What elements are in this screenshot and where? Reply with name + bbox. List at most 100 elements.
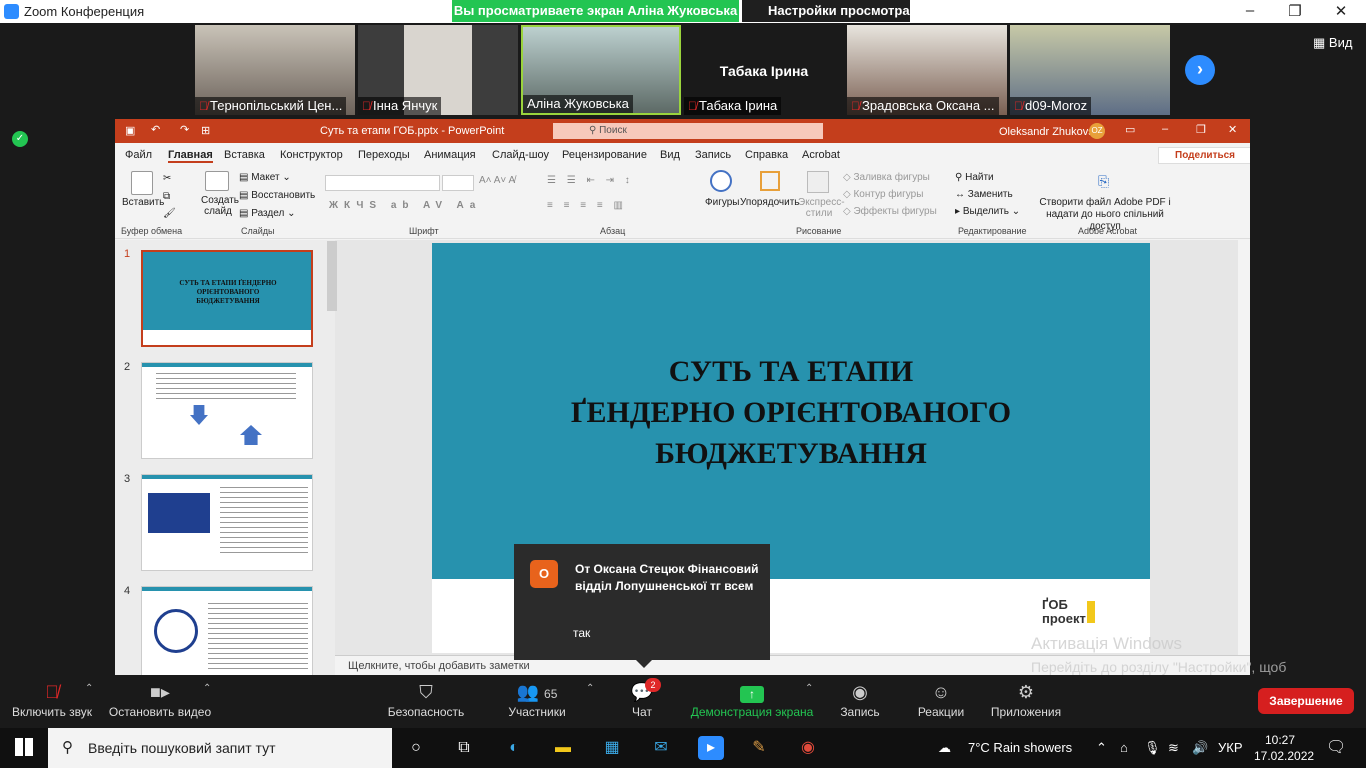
menu-transitions[interactable]: Переходы	[358, 149, 410, 161]
security-button[interactable]: ⛉ Безопасность	[386, 681, 466, 719]
format-painter-icon[interactable]: 🖌	[163, 208, 176, 219]
font-size-select[interactable]	[442, 175, 474, 191]
thumbnails-scrollbar[interactable]	[327, 241, 337, 311]
apps-button[interactable]: ⚙ Приложения	[988, 681, 1064, 719]
section-button[interactable]: ▤ Раздел ⌄	[239, 208, 295, 219]
weather-icon[interactable]: ☁	[938, 740, 951, 756]
slide-thumbnail[interactable]	[141, 474, 313, 571]
new-slide-icon[interactable]	[205, 171, 229, 191]
present-icon[interactable]: ⊞	[201, 124, 210, 137]
arrange-icon[interactable]	[760, 171, 780, 191]
participants-button[interactable]: 👥 65 Участники	[505, 681, 569, 719]
maximize-icon[interactable]: ❐	[1285, 2, 1305, 20]
microphone-icon[interactable]: 🎙	[1144, 740, 1161, 756]
list-icons[interactable]: ☰ ☰ ⇤ ⇥ ↕	[547, 175, 634, 186]
paint-icon[interactable]: ✎	[747, 736, 771, 760]
task-view-icon[interactable]: ⧉	[452, 736, 476, 760]
store-icon[interactable]: ▦	[600, 736, 624, 760]
copy-icon[interactable]: ⧉	[163, 191, 170, 202]
menu-file[interactable]: Файл	[125, 149, 152, 161]
slide-thumbnail[interactable]	[141, 586, 313, 675]
layout-button[interactable]: ▤ Макет ⌄	[239, 172, 291, 183]
video-tile[interactable]: 🎙̸ Тернопільський Цен...	[195, 25, 355, 115]
reset-button[interactable]: ▤ Восстановить	[239, 190, 315, 201]
shapes-icon[interactable]	[710, 170, 732, 192]
menu-insert[interactable]: Вставка	[224, 149, 265, 161]
chevron-up-icon[interactable]: ⌃	[586, 683, 594, 694]
shape-fill-button[interactable]: ◇ Заливка фигуры	[843, 172, 930, 183]
cut-icon[interactable]: ✂	[163, 173, 171, 184]
video-tile[interactable]: 🎙̸ d09-Moroz	[1010, 25, 1170, 115]
ribbon-display-icon[interactable]: ▭	[1125, 123, 1135, 136]
chevron-up-icon[interactable]: ⌃	[805, 683, 813, 694]
record-button[interactable]: ◉ Запись	[838, 681, 882, 719]
chat-notification[interactable]: О От Оксана Стецюк Фінансовий відділ Лоп…	[514, 544, 770, 668]
font-size-grow-icon[interactable]: A˄ A˅ A̸	[479, 175, 515, 186]
shape-effects-button[interactable]: ◇ Эффекты фигуры	[843, 206, 937, 217]
file-explorer-icon[interactable]: ▬	[551, 736, 575, 760]
font-name-select[interactable]	[325, 175, 440, 191]
font-format-icons[interactable]: ЖКЧS ab AV Aa	[329, 200, 481, 211]
chevron-up-icon[interactable]: ⌃	[85, 683, 93, 694]
select-button[interactable]: ▸ Выделить ⌄	[955, 206, 1020, 217]
video-tile-active-speaker[interactable]: Аліна Жуковська	[521, 25, 681, 115]
menu-review[interactable]: Рецензирование	[562, 149, 647, 161]
wifi-icon[interactable]: ≋	[1168, 740, 1179, 756]
view-options-button[interactable]: Настройки просмотра ⌄	[742, 0, 910, 40]
quick-styles-icon[interactable]	[807, 171, 829, 193]
paste-button[interactable]: Вставить	[122, 197, 164, 208]
align-icons[interactable]: ≡ ≡ ≡ ≡ ▥	[547, 200, 627, 211]
close-icon[interactable]: ✕	[1228, 123, 1237, 136]
view-button[interactable]: ▦ Вид	[1313, 35, 1352, 51]
cortana-icon[interactable]: ○	[404, 736, 428, 760]
unmute-button[interactable]: 🎙̸ Включить звук	[8, 681, 96, 719]
paste-icon[interactable]	[131, 171, 153, 195]
next-page-icon[interactable]: ›	[1185, 55, 1215, 85]
share-screen-button[interactable]: ↑ Демонстрация экрана	[688, 681, 816, 719]
menu-help[interactable]: Справка	[745, 149, 788, 161]
menu-acrobat[interactable]: Acrobat	[802, 149, 840, 161]
tray-chevron-icon[interactable]: ⌃	[1096, 740, 1107, 756]
language-indicator[interactable]: УКР	[1218, 740, 1243, 755]
menu-home[interactable]: Главная	[168, 149, 213, 163]
minimize-icon[interactable]: –	[1162, 123, 1168, 135]
edge-icon[interactable]: ◐	[502, 736, 526, 760]
chevron-up-icon[interactable]: ⌃	[203, 683, 211, 694]
shapes-button[interactable]: Фигуры	[705, 197, 739, 208]
find-button[interactable]: ⚲ Найти	[955, 172, 994, 183]
redo-icon[interactable]: ↷	[180, 123, 189, 136]
windows-start-icon[interactable]	[15, 738, 33, 756]
video-tile[interactable]: 🎙̸ Зрадовська Оксана ...	[847, 25, 1007, 115]
chrome-icon[interactable]: ◉	[796, 736, 820, 760]
menu-design[interactable]: Конструктор	[280, 149, 343, 161]
share-button[interactable]: Поделиться	[1158, 147, 1250, 164]
save-icon[interactable]: ▣	[125, 124, 135, 137]
new-slide-button[interactable]: Создать слайд	[201, 195, 239, 217]
slide-title[interactable]: СУТЬ ТА ЕТАПИ ҐЕНДЕРНО ОРІЄНТОВАНОГО БЮД…	[432, 351, 1150, 474]
shape-outline-button[interactable]: ◇ Контур фигуры	[843, 189, 923, 200]
adobe-pdf-icon[interactable]: ⎘	[1098, 173, 1109, 190]
avatar[interactable]: OZ	[1089, 123, 1105, 139]
replace-button[interactable]: ↔ Заменить	[955, 189, 1013, 200]
network-icon[interactable]: ⌂	[1120, 740, 1128, 755]
ppt-search-input[interactable]: ⚲ Поиск	[553, 123, 823, 139]
mail-icon[interactable]: ✉	[649, 736, 673, 760]
video-tile[interactable]: 🎙̸ Інна Янчук	[358, 25, 518, 115]
clock[interactable]: 10:27 17.02.2022	[1254, 732, 1314, 764]
menu-record[interactable]: Запись	[695, 149, 731, 161]
video-tile[interactable]: Табака Ірина 🎙̸ Табака Ірина	[684, 25, 844, 115]
slide-thumbnail[interactable]: СУТЬ ТА ЕТАПИ ҐЕНДЕРНО ОРІЄНТОВАНОГО БЮД…	[141, 250, 313, 347]
menu-view[interactable]: Вид	[660, 149, 680, 161]
vertical-scrollbar[interactable]	[1238, 240, 1250, 655]
maximize-icon[interactable]: ❐	[1196, 123, 1206, 136]
weather-text[interactable]: 7°C Rain showers	[968, 740, 1072, 755]
volume-icon[interactable]: 🔊	[1192, 740, 1208, 756]
undo-icon[interactable]: ↶	[151, 123, 160, 136]
reactions-button[interactable]: ☺ Реакции	[915, 681, 967, 719]
slide-thumbnail[interactable]	[141, 362, 313, 459]
zoom-app-icon[interactable]: ▸	[698, 736, 724, 760]
menu-slideshow[interactable]: Слайд-шоу	[492, 149, 549, 161]
menu-animations[interactable]: Анимация	[424, 149, 476, 161]
taskbar-search-input[interactable]: ⚲ Введіть пошуковий запит тут	[48, 728, 392, 768]
arrange-button[interactable]: Упорядочить	[740, 197, 800, 208]
